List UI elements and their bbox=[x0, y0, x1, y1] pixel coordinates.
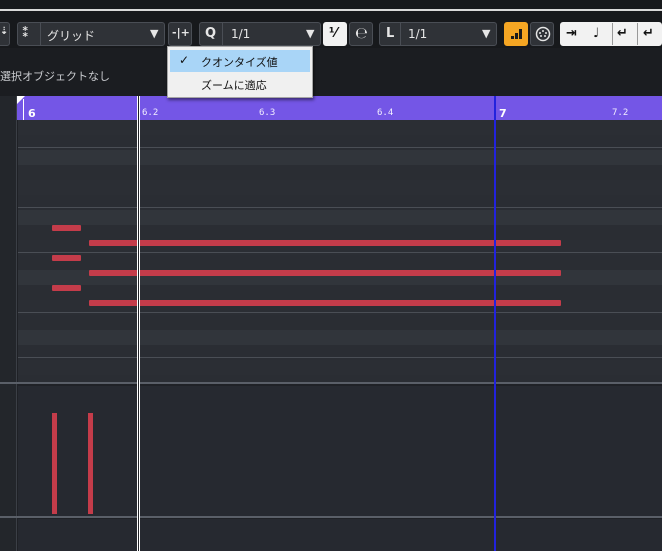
snap-type-select[interactable]: ⁑ グリッド ▼ bbox=[17, 22, 165, 46]
octave-line bbox=[18, 207, 662, 208]
quantize-select[interactable]: Q 1/1 ▼ bbox=[199, 22, 321, 46]
info-line-text: 選択オブジェクトなし bbox=[0, 70, 110, 83]
ruler-label-major: 7 bbox=[499, 107, 507, 120]
playhead-line[interactable] bbox=[494, 96, 496, 551]
menu-item-fit-zoom[interactable]: ズームに適応 bbox=[170, 73, 310, 95]
snap-type-value: グリッド bbox=[47, 29, 96, 43]
pitch-lane bbox=[18, 180, 662, 195]
ruler-label-minor: 6.2 bbox=[142, 108, 159, 118]
controller-lane[interactable] bbox=[18, 519, 662, 551]
velocity-lane[interactable] bbox=[18, 386, 662, 516]
ruler[interactable] bbox=[17, 96, 662, 120]
quantize-dropdown-menu: ✓ クオンタイズ値 ズームに適応 bbox=[167, 46, 313, 98]
menu-item-label: クオンタイズ値 bbox=[201, 56, 278, 69]
arrow-down-icon: ⇣ bbox=[0, 26, 9, 37]
move-insert-icon[interactable]: ⇥ bbox=[566, 26, 577, 41]
velocity-bar[interactable] bbox=[52, 413, 57, 514]
menu-item-label: ズームに適応 bbox=[201, 79, 267, 92]
pitch-lane bbox=[18, 120, 662, 135]
separator bbox=[40, 23, 41, 45]
snap-zero-button[interactable]: -|+ bbox=[168, 22, 192, 46]
length-quantize-select[interactable]: L 1/1 ▼ bbox=[379, 22, 497, 46]
separator bbox=[637, 23, 638, 45]
mouse-position-line-inner bbox=[138, 96, 139, 551]
quantize-preset-icon: ⅟ bbox=[329, 26, 337, 41]
midi-note[interactable] bbox=[52, 255, 81, 261]
snap-zero-icon: -|+ bbox=[172, 26, 190, 39]
ruler-label-minor: 6.3 bbox=[259, 108, 276, 118]
left-gutter bbox=[0, 96, 17, 551]
pitch-lane bbox=[18, 150, 662, 165]
ruler-label-minor: 6.4 bbox=[377, 108, 394, 118]
ruler-label-major: 6 bbox=[28, 107, 36, 120]
octave-line bbox=[18, 357, 662, 358]
velocity-bar[interactable] bbox=[88, 413, 93, 514]
octave-line bbox=[18, 252, 662, 253]
scroll-left-button[interactable]: ⇣ bbox=[0, 22, 10, 46]
chevron-down-icon: ▼ bbox=[306, 27, 315, 40]
midi-note[interactable] bbox=[52, 285, 81, 291]
note-icon[interactable]: ♩ bbox=[593, 26, 599, 41]
length-value: 1/1 bbox=[408, 27, 428, 41]
chevron-down-icon: ▼ bbox=[150, 27, 159, 40]
quantize-label: Q bbox=[205, 26, 217, 41]
separator bbox=[612, 23, 613, 45]
bars-icon bbox=[511, 29, 522, 39]
separator bbox=[222, 23, 223, 45]
snap-grid-icon: ⁑ bbox=[22, 26, 29, 41]
menu-item-quantize-value[interactable]: ✓ クオンタイズ値 bbox=[170, 50, 310, 72]
iterative-quantize-button[interactable]: ℮ bbox=[349, 22, 373, 46]
midi-note[interactable] bbox=[89, 270, 561, 276]
midi-input-button[interactable] bbox=[530, 22, 554, 46]
note-editor-grid[interactable] bbox=[18, 120, 662, 382]
quantize-value: 1/1 bbox=[231, 27, 251, 41]
insert-pitch-icon[interactable]: ↵ bbox=[617, 26, 628, 41]
ruler-label-minor: 7.2 bbox=[612, 108, 629, 118]
octave-line bbox=[18, 147, 662, 148]
iterative-quantize-icon: ℮ bbox=[355, 24, 368, 42]
midi-note[interactable] bbox=[89, 240, 561, 246]
step-input-button[interactable] bbox=[504, 22, 528, 46]
octave-line bbox=[18, 312, 662, 313]
midi-note[interactable] bbox=[89, 300, 561, 306]
chevron-down-icon: ▼ bbox=[482, 27, 491, 40]
top-divider bbox=[0, 9, 662, 11]
midi-icon bbox=[535, 26, 551, 42]
checkmark-icon: ✓ bbox=[179, 53, 190, 67]
midi-note[interactable] bbox=[52, 225, 81, 231]
lane-divider[interactable] bbox=[0, 516, 662, 518]
pitch-lane bbox=[18, 360, 662, 375]
insert-velocity-icon[interactable]: ↵ bbox=[643, 26, 654, 41]
separator bbox=[400, 23, 401, 45]
pitch-lane bbox=[18, 330, 662, 345]
ruler-tick bbox=[23, 99, 24, 120]
step-mode-group: ⇥ ♩ ↵ ↵ bbox=[560, 22, 662, 46]
quantize-preset-button[interactable]: ⅟ bbox=[323, 22, 347, 46]
pitch-lane bbox=[18, 210, 662, 225]
length-label: L bbox=[386, 26, 395, 41]
lane-divider[interactable] bbox=[0, 382, 662, 384]
